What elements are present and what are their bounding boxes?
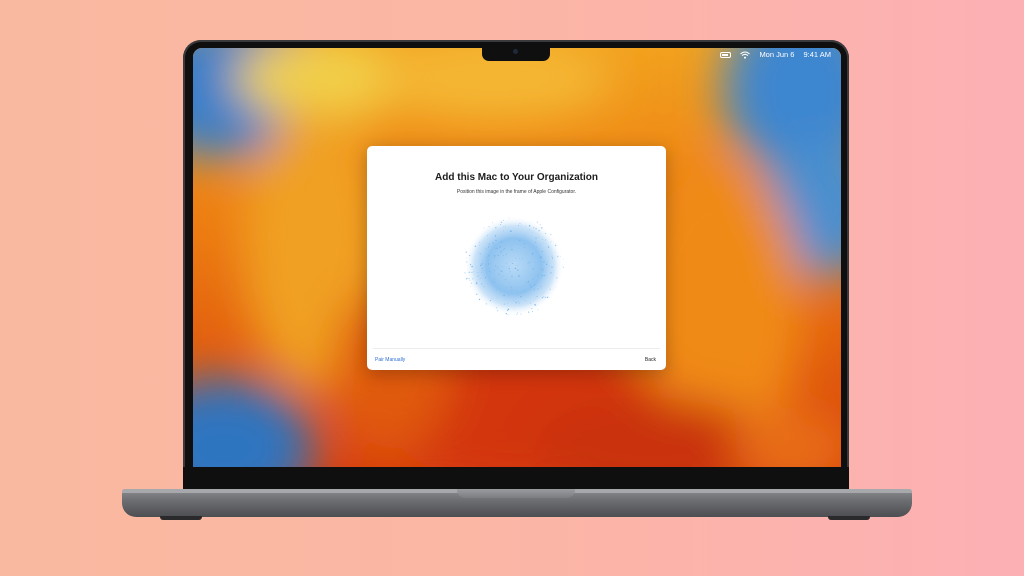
dialog-footer-divider [373,348,660,349]
battery-icon[interactable] [720,51,732,58]
setup-dialog: Add this Mac to Your Organization Positi… [367,146,666,370]
pairing-pattern-icon [464,216,565,316]
laptop-foot-right [828,516,870,520]
menubar-time[interactable]: 9:41 AM [803,50,831,59]
pair-manually-link[interactable]: Pair Manually [375,357,405,363]
lid-opening-notch [457,489,575,498]
menubar-date[interactable]: Mon Jun 6 [759,50,794,59]
wifi-icon[interactable] [740,51,751,59]
camera-lens [513,49,518,54]
dialog-subtitle: Position this image in the frame of Appl… [456,189,577,195]
back-button[interactable]: Back [645,357,656,363]
laptop-foot-left [160,516,202,520]
dialog-title: Add this Mac to Your Organization [435,172,598,183]
